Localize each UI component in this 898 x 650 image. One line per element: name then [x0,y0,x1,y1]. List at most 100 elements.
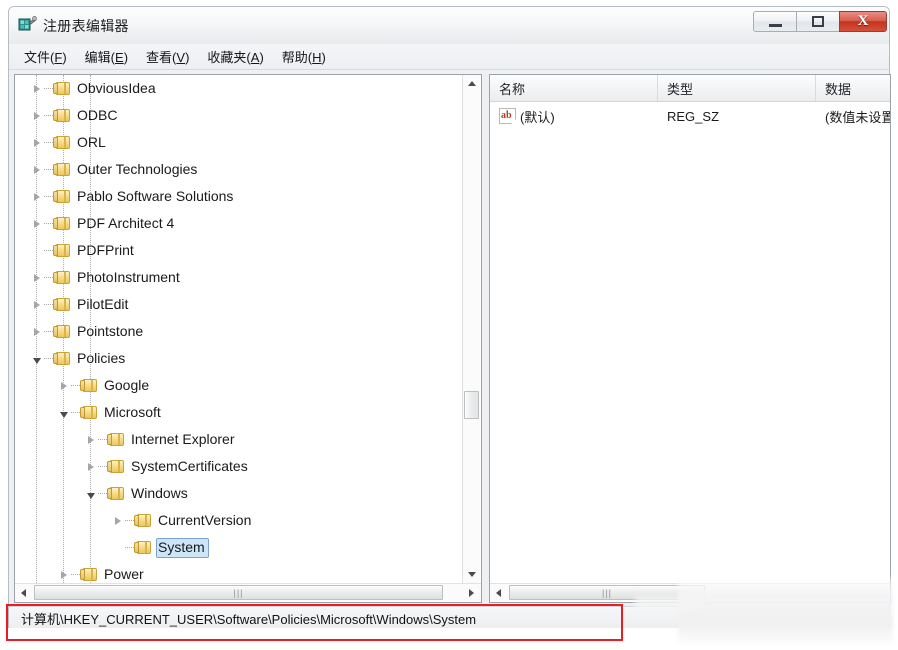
tree-node-label: Microsoft [104,403,161,420]
tree-expand-toggle-collapsed[interactable] [82,453,98,480]
tree-connector-line [44,142,53,143]
registry-key-folder-icon [80,378,97,393]
tree-expand-toggle-collapsed[interactable] [28,129,44,156]
tree-node-pablo-software-solutions[interactable]: Pablo Software Solutions [15,183,461,210]
table-row[interactable]: ab (默认) REG_SZ (数值未设置 [490,102,890,130]
registry-editor-screenshot: 注册表编辑器 X 文件(F) 编辑(E) 查看(V) 收藏夹(A) 帮助(H) … [0,0,898,650]
maximize-icon [812,16,824,27]
value-data-cell: (数值未设置 [825,109,890,125]
registry-key-folder-icon [53,351,70,366]
tree-expand-toggle-collapsed[interactable] [82,426,98,453]
tree-connector-line [44,304,53,305]
tree-node-orl[interactable]: ORL [15,129,461,156]
tree-leaf-spacer [28,237,44,264]
value-name-cell: (默认) [520,109,555,125]
values-scroll-left-button[interactable] [490,584,507,601]
tree-expand-toggle-collapsed[interactable] [28,75,44,102]
triangle-right-icon [34,165,40,174]
tree-expand-toggle-collapsed[interactable] [28,210,44,237]
tree-scroll-right-button[interactable] [463,584,480,601]
tree-node-systemcertificates[interactable]: SystemCertificates [15,453,461,480]
triangle-right-icon [34,138,40,147]
tree-horizontal-scroll-thumb[interactable]: ||| [34,585,443,600]
menu-item-view[interactable]: 查看(V) [137,44,198,69]
values-horizontal-scrollbar[interactable]: ||| [490,583,890,601]
tree-node-obviousidea[interactable]: ObviousIdea [15,75,461,102]
menu-accel-file: F [54,50,63,65]
tree-scroll-down-button[interactable] [463,566,480,583]
tree-expand-toggle-collapsed[interactable] [55,561,71,583]
menu-item-help[interactable]: 帮助(H) [273,44,335,69]
registry-key-folder-icon [53,216,70,231]
triangle-right-icon [61,570,67,579]
tree-node-label: ODBC [77,106,118,123]
registry-key-folder-icon [107,459,124,474]
tree-expand-toggle-collapsed[interactable] [28,264,44,291]
tree-node-pointstone[interactable]: Pointstone [15,318,461,345]
registry-key-folder-icon [53,324,70,339]
column-header-data[interactable]: 数据 [816,75,890,101]
values-list[interactable]: ab (默认) REG_SZ (数值未设置 [490,102,890,130]
tree-node-outer-technologies[interactable]: Outer Technologies [15,156,461,183]
tree-node-photoinstrument[interactable]: PhotoInstrument [15,264,461,291]
tree-horizontal-scrollbar[interactable]: ||| [15,583,481,601]
tree-connector-line [71,574,80,575]
triangle-right-icon [34,111,40,120]
menu-label-favorites: 收藏夹 [207,50,247,65]
tree-expand-toggle-expanded[interactable] [28,345,44,372]
maximize-button[interactable] [796,11,840,32]
tree-expand-toggle-collapsed[interactable] [28,156,44,183]
tree-expand-toggle-collapsed[interactable] [28,291,44,318]
menu-bar: 文件(F) 编辑(E) 查看(V) 收藏夹(A) 帮助(H) [9,44,889,70]
tree-leaf-spacer [109,534,125,561]
tree-node-power[interactable]: Power [15,561,461,583]
tree-expand-toggle-expanded[interactable] [55,399,71,426]
tree-connector-line [125,520,134,521]
tree-scroll-left-button[interactable] [15,584,32,601]
registry-key-folder-icon [53,243,70,258]
tree-node-policies[interactable]: Policies [15,345,461,372]
close-button[interactable]: X [839,11,887,32]
tree-node-label: Pointstone [77,322,144,339]
tree-vertical-scroll-thumb[interactable] [464,391,479,419]
menu-label-file: 文件 [24,50,51,65]
title-bar[interactable]: 注册表编辑器 X [9,7,889,44]
tree-expand-toggle-collapsed[interactable] [28,318,44,345]
tree-node-pilotedit[interactable]: PilotEdit [15,291,461,318]
tree-node-label: PDFPrint [77,241,134,258]
close-icon: X [857,13,869,29]
tree-node-currentversion[interactable]: CurrentVersion [15,507,461,534]
tree-node-odbc[interactable]: ODBC [15,102,461,129]
registry-key-folder-icon [53,108,70,123]
tree-node-internet-explorer[interactable]: Internet Explorer [15,426,461,453]
tree-expand-toggle-collapsed[interactable] [28,183,44,210]
registry-key-folder-icon [134,540,151,555]
tree-node-pdf-architect-4[interactable]: PDF Architect 4 [15,210,461,237]
tree-scroll-up-button[interactable] [463,75,480,92]
tree-node-microsoft[interactable]: Microsoft [15,399,461,426]
column-header-name[interactable]: 名称 [490,75,658,101]
registry-tree[interactable]: ObviousIdea ODBC ORL Outer Technologies Pabl… [15,75,461,583]
tree-expand-toggle-expanded[interactable] [82,480,98,507]
registry-key-folder-icon [53,81,70,96]
registry-key-folder-icon [80,405,97,420]
tree-expand-toggle-collapsed[interactable] [55,372,71,399]
tree-node-windows[interactable]: Windows [15,480,461,507]
minimize-button[interactable] [753,11,797,32]
tree-expand-toggle-collapsed[interactable] [28,102,44,129]
menu-item-file[interactable]: 文件(F) [15,44,76,69]
tree-node-system[interactable]: System [15,534,461,561]
tree-node-label: PDF Architect 4 [77,214,175,231]
menu-item-favorites[interactable]: 收藏夹(A) [198,44,272,69]
menu-label-view: 查看 [146,50,173,65]
values-horizontal-scroll-thumb[interactable]: ||| [509,585,705,600]
column-header-type[interactable]: 类型 [658,75,816,101]
menu-item-edit[interactable]: 编辑(E) [76,44,137,69]
tree-expand-toggle-collapsed[interactable] [109,507,125,534]
tree-vertical-scrollbar[interactable] [462,75,480,583]
tree-connector-line [44,250,53,251]
tree-node-label: ORL [77,133,106,150]
tree-node-pdfprint[interactable]: PDFPrint [15,237,461,264]
tree-node-google[interactable]: Google [15,372,461,399]
menu-accel-edit: E [115,50,124,65]
